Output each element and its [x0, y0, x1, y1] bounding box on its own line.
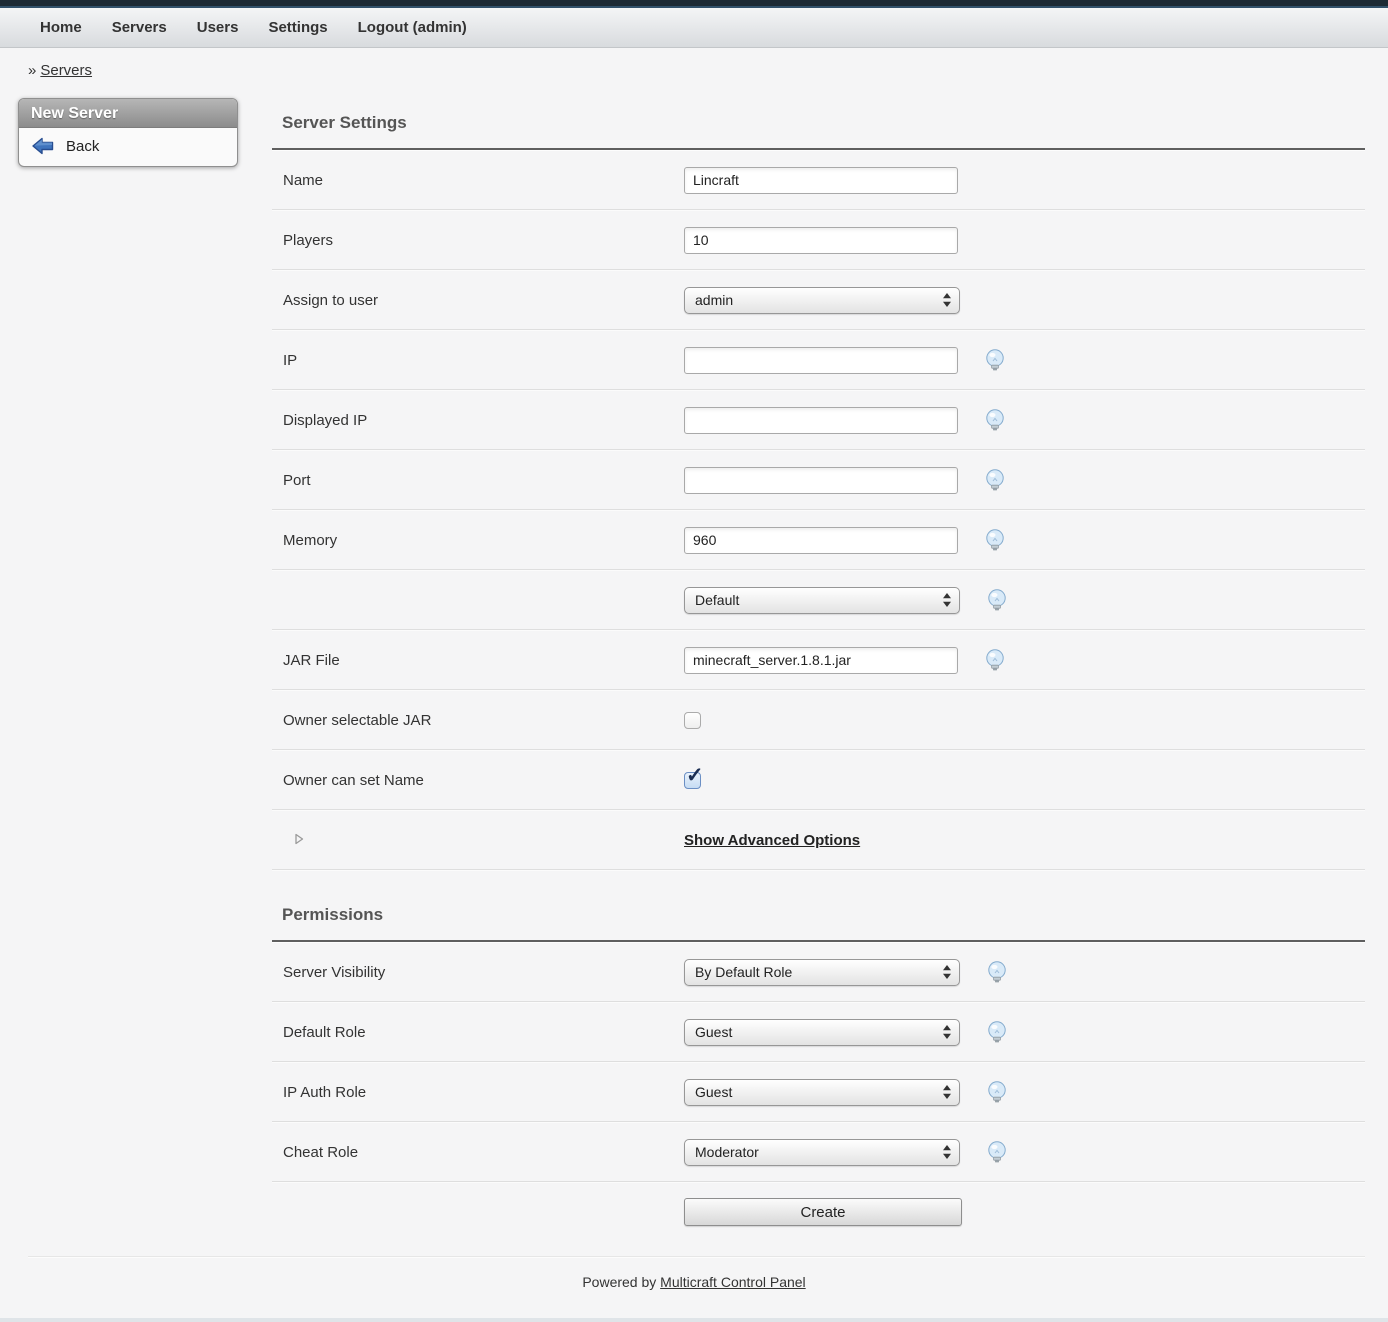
row-separator — [272, 869, 1365, 871]
disclosure-triangle-icon — [294, 833, 304, 845]
assign-to-user-label: Assign to user — [283, 292, 684, 309]
port-label: Port — [283, 472, 684, 489]
select-value: Guest — [695, 1024, 732, 1040]
form-row-name: Name — [272, 151, 1365, 209]
form-row-port: Port — [272, 451, 1365, 509]
window-bottom-strip — [0, 1318, 1388, 1322]
sidebar-panel-title: New Server — [19, 99, 237, 128]
name-input[interactable] — [684, 167, 958, 194]
form-row-ip-auth-role: IP Auth Role Guest — [272, 1063, 1365, 1121]
back-button-label: Back — [66, 138, 99, 155]
help-bulb-icon[interactable] — [984, 468, 1006, 492]
players-input[interactable] — [684, 227, 958, 254]
ip-input[interactable] — [684, 347, 958, 374]
breadcrumb-symbol: » — [28, 62, 36, 79]
select-updown-arrows-icon — [942, 592, 952, 608]
ip-auth-role-select[interactable]: Guest — [684, 1079, 960, 1106]
memory-input[interactable] — [684, 527, 958, 554]
form-row-default-role: Default Role Guest — [272, 1003, 1365, 1061]
form-row-displayed-ip: Displayed IP — [272, 391, 1365, 449]
players-label: Players — [283, 232, 684, 249]
owner-can-set-name-checkbox[interactable]: ✓ — [684, 772, 701, 789]
jar-file-input[interactable] — [684, 647, 958, 674]
back-arrow-icon — [31, 136, 55, 156]
displayed-ip-input[interactable] — [684, 407, 958, 434]
owner-selectable-jar-label: Owner selectable JAR — [283, 712, 684, 729]
select-value: By Default Role — [695, 964, 792, 980]
form-row-advanced-options: Show Advanced Options — [272, 811, 1365, 869]
multicraft-link[interactable]: Multicraft Control Panel — [660, 1274, 806, 1290]
name-label: Name — [283, 172, 684, 189]
footer: Powered by Multicraft Control Panel — [0, 1274, 1388, 1290]
select-value: Moderator — [695, 1144, 759, 1160]
help-bulb-icon[interactable] — [986, 960, 1008, 984]
form-row-assign-to-user: Assign to user admin — [272, 271, 1365, 329]
form-row-cheat-role: Cheat Role Moderator — [272, 1123, 1365, 1181]
form-row-create: Create — [272, 1183, 1365, 1241]
select-updown-arrows-icon — [942, 1024, 952, 1040]
select-updown-arrows-icon — [942, 1144, 952, 1160]
help-bulb-icon[interactable] — [984, 348, 1006, 372]
help-bulb-icon[interactable] — [984, 408, 1006, 432]
help-bulb-icon[interactable] — [984, 528, 1006, 552]
form-row-ip: IP — [272, 331, 1365, 389]
select-value: Default — [695, 592, 739, 608]
form-row-default-option: Default — [272, 571, 1365, 629]
advanced-disclosure[interactable] — [283, 832, 684, 849]
help-bulb-icon[interactable] — [984, 648, 1006, 672]
displayed-ip-label: Displayed IP — [283, 412, 684, 429]
main-content: Server Settings Name Players Assign to u… — [272, 105, 1365, 1241]
cheat-role-label: Cheat Role — [283, 1144, 684, 1161]
breadcrumb-servers-link[interactable]: Servers — [40, 62, 92, 79]
select-value: Guest — [695, 1084, 732, 1100]
back-button[interactable]: Back — [19, 128, 237, 166]
help-bulb-icon[interactable] — [986, 588, 1008, 612]
help-bulb-icon[interactable] — [986, 1020, 1008, 1044]
nav-item-settings[interactable]: Settings — [268, 19, 327, 36]
permissions-section: Permissions Server Visibility By Default… — [272, 905, 1365, 1241]
ip-label: IP — [283, 352, 684, 369]
owner-can-set-name-label: Owner can set Name — [283, 772, 684, 789]
breadcrumb: »Servers — [28, 62, 1388, 79]
help-bulb-icon[interactable] — [986, 1080, 1008, 1104]
nav-item-logout[interactable]: Logout (admin) — [358, 19, 467, 36]
assign-to-user-select[interactable]: admin — [684, 287, 960, 314]
port-input[interactable] — [684, 467, 958, 494]
form-row-owner-can-set-name: Owner can set Name ✓ — [272, 751, 1365, 809]
form-row-players: Players — [272, 211, 1365, 269]
select-value: admin — [695, 292, 733, 308]
form-row-server-visibility: Server Visibility By Default Role — [272, 943, 1365, 1001]
checkmark-icon: ✓ — [686, 763, 704, 788]
server-visibility-select[interactable]: By Default Role — [684, 959, 960, 986]
form-row-memory: Memory — [272, 511, 1365, 569]
sidebar-panel: New Server Back — [18, 98, 238, 167]
select-updown-arrows-icon — [942, 1084, 952, 1100]
nav-item-home[interactable]: Home — [40, 19, 82, 36]
jar-file-label: JAR File — [283, 652, 684, 669]
window-top-strip — [0, 0, 1388, 8]
ip-auth-role-label: IP Auth Role — [283, 1084, 684, 1101]
owner-selectable-jar-checkbox[interactable]: ✓ — [684, 712, 701, 729]
main-nav: Home Servers Users Settings Logout (admi… — [0, 8, 1388, 48]
cheat-role-select[interactable]: Moderator — [684, 1139, 960, 1166]
form-row-owner-selectable-jar: Owner selectable JAR ✓ — [272, 691, 1365, 749]
form-row-jar-file: JAR File — [272, 631, 1365, 689]
select-updown-arrows-icon — [942, 964, 952, 980]
section-title-server-settings: Server Settings — [282, 113, 1365, 133]
show-advanced-options-link[interactable]: Show Advanced Options — [684, 832, 860, 849]
select-updown-arrows-icon — [942, 292, 952, 308]
powered-by-text: Powered by — [582, 1274, 656, 1290]
create-button[interactable]: Create — [684, 1198, 962, 1226]
nav-item-servers[interactable]: Servers — [112, 19, 167, 36]
footer-divider — [28, 1256, 1365, 1258]
nav-item-users[interactable]: Users — [197, 19, 239, 36]
default-option-select[interactable]: Default — [684, 587, 960, 614]
memory-label: Memory — [283, 532, 684, 549]
default-role-label: Default Role — [283, 1024, 684, 1041]
default-role-select[interactable]: Guest — [684, 1019, 960, 1046]
server-visibility-label: Server Visibility — [283, 964, 684, 981]
help-bulb-icon[interactable] — [986, 1140, 1008, 1164]
section-title-permissions: Permissions — [282, 905, 1365, 925]
